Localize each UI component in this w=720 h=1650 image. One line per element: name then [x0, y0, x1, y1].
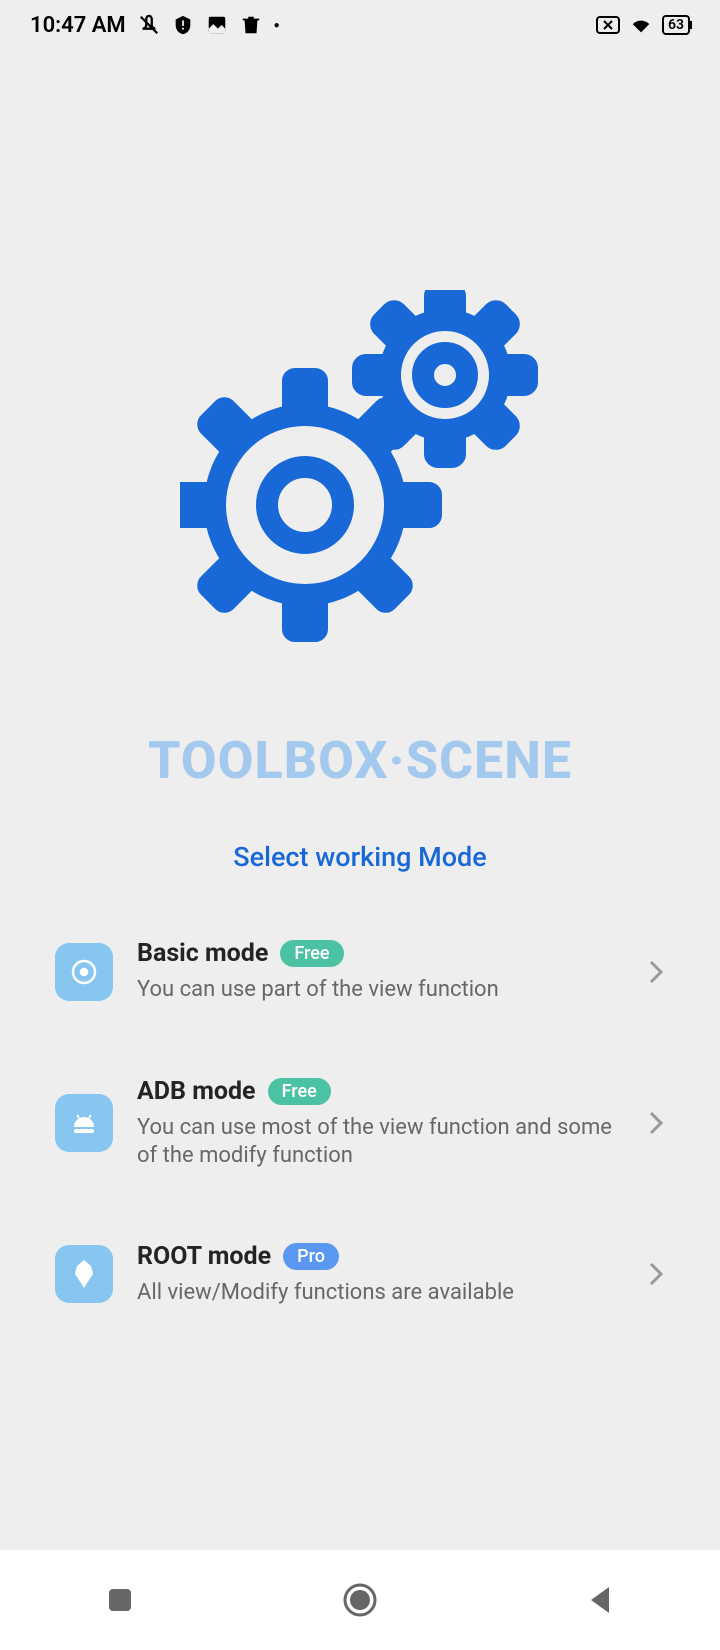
- chevron-right-icon: [647, 1260, 665, 1288]
- home-button[interactable]: [300, 1570, 420, 1630]
- adb-mode-icon: [55, 1094, 113, 1152]
- mode-title: ADB mode: [137, 1077, 256, 1106]
- trash-icon: [240, 14, 262, 36]
- chevron-right-icon: [647, 1109, 665, 1137]
- mute-icon: [138, 14, 160, 36]
- gears-illustration: [180, 290, 540, 650]
- mode-description: You can use part of the view function: [137, 976, 623, 1005]
- wifi-icon: [630, 14, 652, 36]
- image-icon: [206, 14, 228, 36]
- status-right: 63: [596, 14, 690, 36]
- square-icon: [105, 1585, 135, 1615]
- mode-content: ROOT mode Pro All view/Modify functions …: [137, 1242, 623, 1308]
- basic-mode-icon: [55, 943, 113, 1001]
- mode-header: ROOT mode Pro: [137, 1242, 623, 1271]
- mode-content: ADB mode Free You can use most of the vi…: [137, 1077, 623, 1170]
- shield-alert-icon: [172, 14, 194, 36]
- dot-icon: ●: [274, 20, 280, 31]
- mode-content: Basic mode Free You can use part of the …: [137, 939, 623, 1005]
- mode-item-adb[interactable]: ADB mode Free You can use most of the vi…: [55, 1061, 665, 1186]
- mode-item-root[interactable]: ROOT mode Pro All view/Modify functions …: [55, 1226, 665, 1324]
- circle-icon: [342, 1582, 378, 1618]
- battery-indicator: 63: [662, 15, 690, 35]
- mode-title: Basic mode: [137, 939, 268, 968]
- status-left: 10:47 AM ●: [30, 13, 280, 38]
- mode-title: ROOT mode: [137, 1242, 271, 1271]
- mode-header: Basic mode Free: [137, 939, 623, 968]
- mode-header: ADB mode Free: [137, 1077, 623, 1106]
- mode-list: Basic mode Free You can use part of the …: [0, 923, 720, 1363]
- subtitle: Select working Mode: [233, 841, 486, 873]
- mode-description: All view/Modify functions are available: [137, 1279, 623, 1308]
- back-button[interactable]: [540, 1570, 660, 1630]
- navigation-bar: [0, 1550, 720, 1650]
- app-title: TOOLBOX·SCENE: [148, 730, 572, 791]
- sim-error-icon: [596, 16, 620, 34]
- status-time: 10:47 AM: [30, 13, 126, 38]
- mode-description: You can use most of the view function an…: [137, 1114, 623, 1170]
- chevron-right-icon: [647, 958, 665, 986]
- root-mode-icon: [55, 1245, 113, 1303]
- mode-item-basic[interactable]: Basic mode Free You can use part of the …: [55, 923, 665, 1021]
- status-bar: 10:47 AM ● 63: [0, 0, 720, 50]
- triangle-back-icon: [585, 1583, 615, 1617]
- hero-section: TOOLBOX·SCENE Select working Mode Basic …: [0, 50, 720, 1363]
- badge-free: Free: [280, 940, 343, 967]
- badge-pro: Pro: [283, 1243, 339, 1270]
- recent-apps-button[interactable]: [60, 1570, 180, 1630]
- badge-free: Free: [268, 1078, 331, 1105]
